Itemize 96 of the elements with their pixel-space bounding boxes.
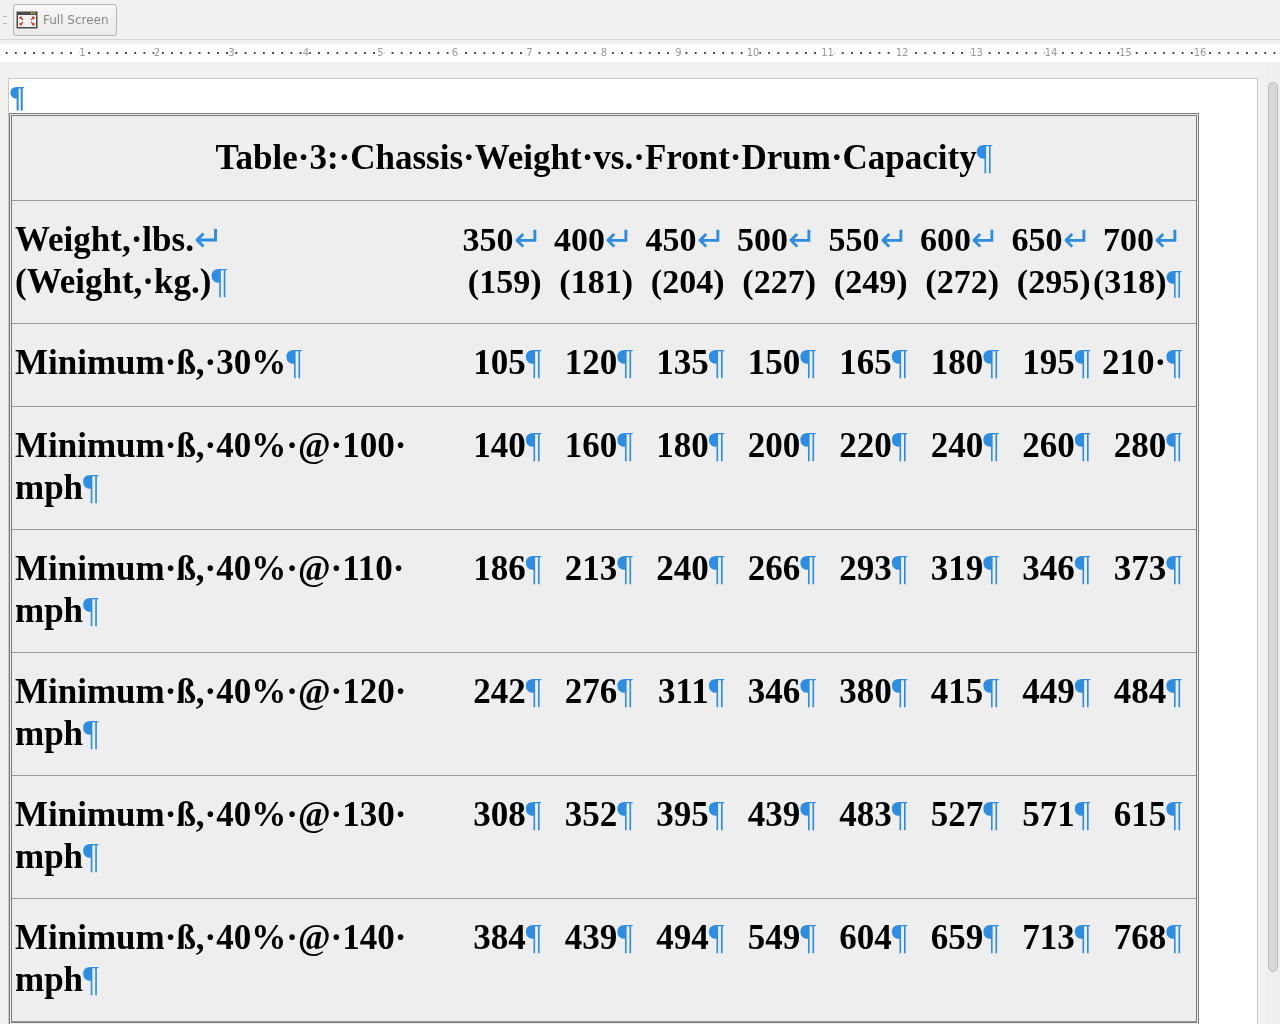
ruler-number: 4: [302, 47, 310, 59]
row-label: Minimum·ß,·30%¶: [15, 342, 303, 384]
row-label: (Weight,·kg.)¶: [15, 261, 228, 303]
table-cell-text: (227): [742, 262, 816, 302]
table-title: Table·3:·Chassis·Weight·vs.·Front·Drum·Capacity¶: [215, 137, 993, 179]
table-cell: 380¶: [839, 671, 908, 713]
row-label: Weight,·lbs.↵: [15, 219, 223, 261]
ruler-number: 15: [1119, 47, 1132, 59]
ruler-number: 5: [377, 47, 384, 59]
table-cell: 180¶: [656, 425, 725, 467]
table-cell: 308¶: [473, 794, 542, 836]
table-cell: 494¶: [656, 917, 725, 959]
table-cell: 384¶: [473, 917, 542, 959]
table-cell: 352¶: [564, 794, 633, 836]
row-label: mph¶: [15, 590, 99, 632]
table-cell: 346¶: [747, 671, 816, 713]
row-label: mph¶: [15, 467, 99, 509]
table-cell-text: 600↵: [920, 220, 999, 260]
ruler-number: 12: [895, 47, 909, 59]
row-label: mph¶: [15, 959, 99, 1001]
table-cell-text: (204): [650, 262, 725, 302]
table-cell: 280¶: [1113, 425, 1182, 467]
table-cell: 165¶: [839, 342, 908, 384]
table-cell: 195¶: [1022, 342, 1091, 384]
table-cell: 439¶: [564, 917, 633, 959]
table-cell: 415¶: [930, 671, 999, 713]
table-cell: 483¶: [839, 794, 908, 836]
table-cell-text: (159): [467, 262, 542, 302]
table-cell: 615¶: [1113, 794, 1182, 836]
table-cell: 604¶: [839, 917, 908, 959]
table-cell: 240¶: [930, 425, 999, 467]
table-cell: 527¶: [930, 794, 999, 836]
ruler-number: 7: [526, 47, 533, 59]
table-cell: 549¶: [747, 917, 816, 959]
table-cell: 713¶: [1022, 917, 1091, 959]
table-cell-text: 450↵: [645, 220, 725, 260]
table-cell-text: 350↵: [462, 220, 542, 260]
ruler-number: 16: [1193, 47, 1207, 59]
row-label: Minimum·ß,·40%·@·110·: [15, 548, 405, 590]
table-cell-text: 650↵: [1011, 220, 1091, 260]
table-cell: 266¶: [747, 548, 816, 590]
table-cell: 484¶: [1113, 671, 1182, 713]
table-cell: 105¶: [473, 342, 542, 384]
ruler-number: 11: [821, 47, 834, 59]
table-cell: 260¶: [1022, 425, 1091, 467]
table-cell: 276¶: [564, 671, 633, 713]
table-cell: 346¶: [1022, 548, 1091, 590]
table-cell: 395¶: [656, 794, 725, 836]
ruler-number: 10: [746, 47, 760, 59]
table-cell-text: (295): [1016, 262, 1091, 302]
ruler-number: 1: [79, 47, 86, 59]
row-label: Minimum·ß,·40%·@·130·: [15, 794, 407, 836]
row-label: mph¶: [15, 713, 99, 755]
ruler-number: 9: [675, 47, 682, 59]
ruler-number: 13: [970, 47, 983, 59]
full-screen-icon: [16, 10, 38, 29]
table-cell-text: (272): [925, 262, 999, 302]
table-cell-text: (249): [833, 262, 908, 302]
table-cell-text: (318)¶: [1092, 262, 1182, 302]
row-label: Minimum·ß,·40%·@·140·: [15, 917, 407, 959]
table-cell-text: 550↵: [828, 220, 908, 260]
ruler-number: 3: [228, 47, 235, 59]
table-cell: 180¶: [930, 342, 999, 384]
table-cell: 293¶: [839, 548, 908, 590]
table-cell: 311¶: [658, 671, 725, 713]
table-cell: 659¶: [930, 917, 999, 959]
row-label: Minimum·ß,·40%·@·120·: [15, 671, 407, 713]
table-cell: 373¶: [1113, 548, 1182, 590]
ruler-number: 6: [451, 47, 459, 59]
paragraph-mark: ¶: [9, 79, 25, 113]
table-cell: 186¶: [473, 548, 542, 590]
table-cell: 150¶: [747, 342, 816, 384]
table-cell: 120¶: [564, 342, 633, 384]
table-cell: 135¶: [656, 342, 725, 384]
table-cell-text: 400↵: [554, 220, 633, 260]
table-cell: 439¶: [747, 794, 816, 836]
table-cell-text: 700↵: [1103, 220, 1182, 260]
table-cell: 768¶: [1113, 917, 1182, 959]
table-cell: 213¶: [564, 548, 633, 590]
ruler-number: 8: [600, 47, 608, 59]
table-cell: 571¶: [1022, 794, 1091, 836]
table-cell: 220¶: [839, 425, 908, 467]
table-cell: 449¶: [1022, 671, 1091, 713]
table-cell: 160¶: [564, 425, 633, 467]
table-cell-text: 500↵: [737, 220, 816, 260]
table-cell: 200¶: [747, 425, 816, 467]
table-cell: 319¶: [930, 548, 999, 590]
table-cell-text: (181): [559, 262, 633, 302]
table-cell: 210·¶: [1101, 342, 1182, 384]
ruler-number: 2: [153, 47, 161, 59]
row-label: Minimum·ß,·40%·@·100·: [15, 425, 407, 467]
table-cell: 242¶: [473, 671, 542, 713]
row-label: mph¶: [15, 836, 99, 878]
table-cell: 140¶: [473, 425, 542, 467]
ruler-number: 14: [1044, 47, 1058, 59]
table-cell: 240¶: [656, 548, 725, 590]
